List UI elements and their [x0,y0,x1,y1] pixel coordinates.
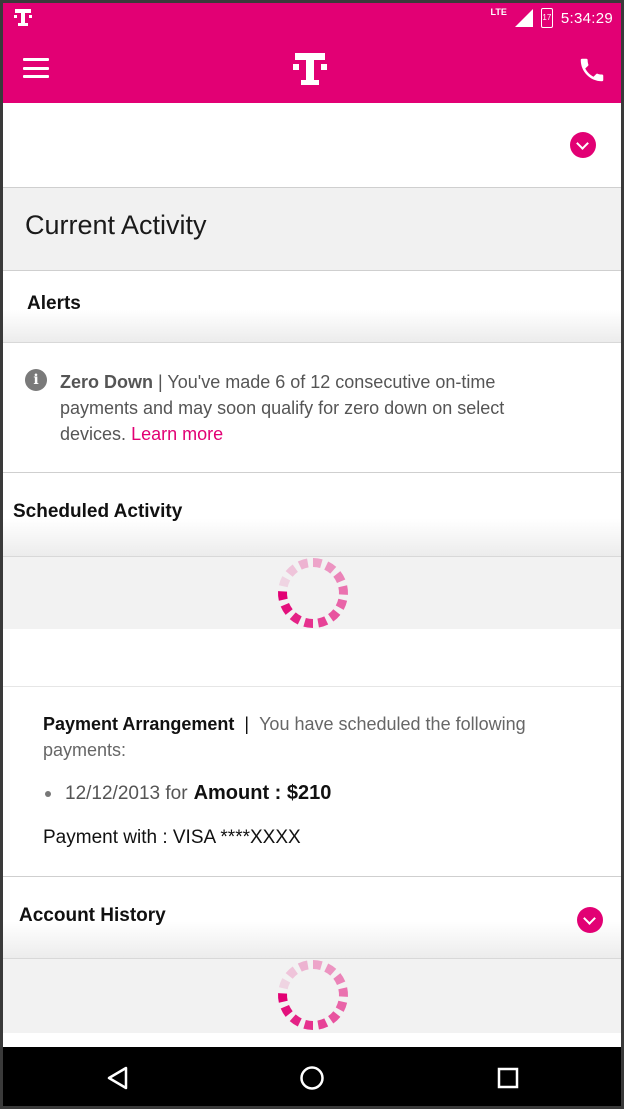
alert-title: Zero Down [60,372,153,392]
home-icon[interactable] [295,1061,329,1095]
spacer [3,1033,621,1047]
spinner-segment [317,1018,329,1030]
system-nav-bar [3,1047,621,1106]
chevron-down-icon[interactable] [577,907,603,933]
current-activity-header: Current Activity [3,187,621,271]
account-selector[interactable] [3,103,621,187]
t-mobile-logo-icon [14,9,32,26]
scheduled-activity-header: Scheduled Activity [3,473,621,557]
phone-icon[interactable] [577,55,607,85]
spinner-segment [289,612,302,625]
payment-method: Payment with : VISA ****XXXX [43,827,301,848]
bullet [45,790,51,797]
main-content: Current Activity Alerts i Zero Down | Yo… [3,103,621,1047]
clock: 5:34:29 [560,9,613,27]
spinner-segment [328,1011,341,1024]
spinner-segment [313,558,323,569]
spinner-segment [278,576,291,588]
spinner-segment [280,603,293,615]
spinner-segment [338,585,348,595]
account-history-header[interactable]: Account History [3,877,621,959]
spinner-segment [335,598,348,610]
spinner-segment [278,978,291,990]
info-icon: i [25,369,47,391]
spinner-icon [278,558,348,628]
spinner-segment [297,558,309,570]
back-icon[interactable] [101,1061,135,1095]
app-screen: LTE 17 5:34:29 Current Activity Alerts i… [0,0,624,1109]
learn-more-link[interactable]: Learn more [131,424,223,444]
payment-amount: Amount : $210 [193,782,332,804]
alerts-section-header: Alerts [3,271,621,343]
payment-list-item: 12/12/2013 for Amount : $210 [45,782,331,805]
alert-message: Zero Down | You've made 6 of 12 consecut… [60,369,510,447]
spinner-segment [333,571,346,583]
spinner-segment [328,609,341,622]
status-indicators: LTE 17 5:34:29 [491,7,614,29]
scheduled-activity-heading: Scheduled Activity [13,501,183,522]
payment-date: 12/12/2013 [65,782,161,804]
spinner-segment [289,1014,302,1027]
alerts-heading: Alerts [27,293,81,314]
battery-icon: 17 [540,8,553,28]
account-history-loading [3,959,621,1033]
alert-item: i Zero Down | You've made 6 of 12 consec… [3,343,621,473]
spinner-segment [280,1005,293,1017]
payment-separator: | [244,714,250,734]
spinner-segment [285,966,298,979]
alert-separator: | [158,372,163,392]
spinner-segment [297,960,309,972]
spinner-segment [313,960,323,971]
payment-arrangement-title: Payment Arrangement [43,714,235,734]
account-history-heading: Account History [19,905,166,926]
spinner-segment [303,1019,313,1030]
spinner-segment [324,963,337,976]
spinner-segment [338,987,348,997]
network-type: LTE [490,7,507,17]
top-bar: LTE 17 5:34:29 [3,3,621,103]
spacer [3,629,621,687]
spinner-segment [317,616,329,628]
page-title: Current Activity [25,210,207,240]
spinner-icon [278,960,348,1030]
hamburger-menu-icon[interactable] [21,55,51,81]
spinner-segment [335,1000,348,1012]
spinner-segment [333,973,346,985]
battery-level: 17 [542,13,552,22]
chevron-down-icon[interactable] [570,132,596,158]
app-bar [3,33,621,103]
spinner-segment [278,591,288,601]
status-bar: LTE 17 5:34:29 [3,3,621,33]
signal-icon [514,9,533,27]
spinner-segment [285,564,298,577]
t-mobile-logo-icon[interactable] [293,49,327,89]
payment-arrangement: Payment Arrangement | You have scheduled t… [3,687,621,877]
recents-icon[interactable] [491,1061,525,1095]
spinner-segment [324,561,337,574]
scheduled-loading [3,557,621,629]
spinner-segment [278,993,288,1003]
spinner-segment [303,617,313,628]
payment-arrangement-summary: Payment Arrangement | You have scheduled t… [43,711,583,763]
payment-connector: for [165,782,188,804]
